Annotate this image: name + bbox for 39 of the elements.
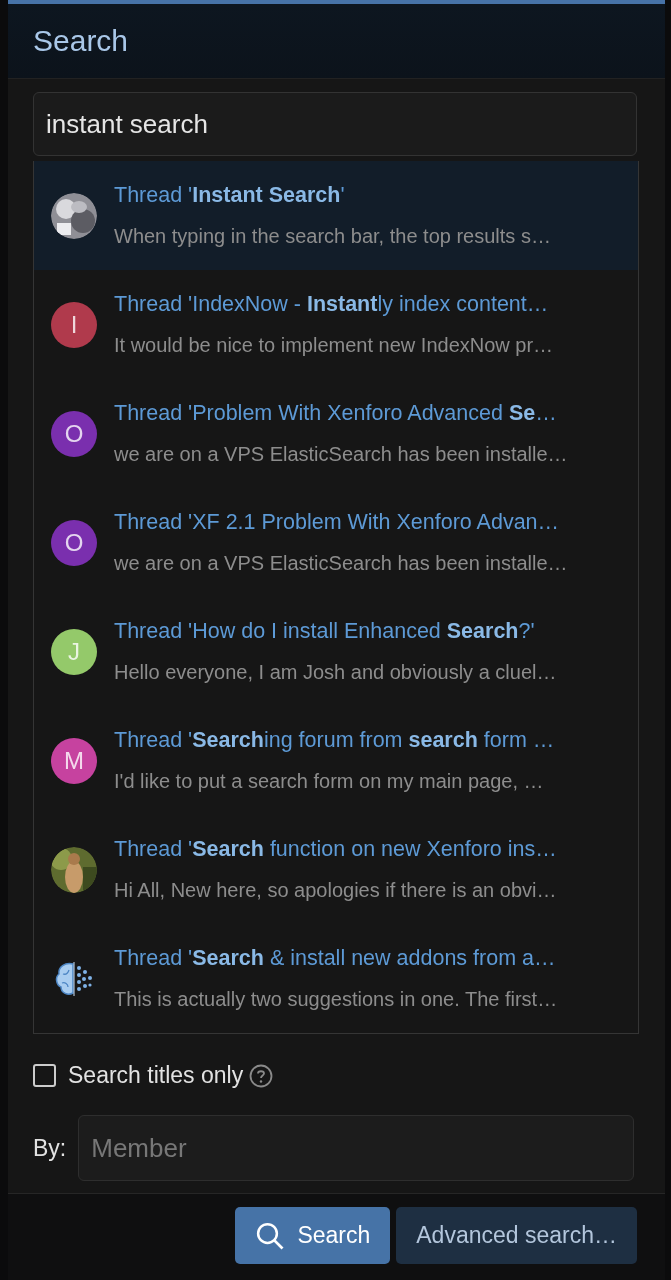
result-snippet: Hi All, New here, so apologies if there is an obvi… xyxy=(114,879,557,902)
result-title[interactable]: Thread 'Instant Search' xyxy=(114,183,551,208)
dialog-title: Search xyxy=(33,24,129,58)
result-snippet: It would be nice to implement new IndexNow pr… xyxy=(114,334,554,357)
search-field[interactable]: instant search xyxy=(33,92,637,156)
result-title[interactable]: Thread 'XF 2.1 Problem With Xenforo Advan… xyxy=(114,510,568,535)
result-snippet: we are on a VPS ElasticSearch has been installe… xyxy=(114,552,568,575)
avatar-letter: I xyxy=(51,301,97,348)
result-item[interactable]: O Thread 'XF 2.1 Problem With Xenforo Advan… we are on a VPS ElasticSearch has been installe… xyxy=(34,488,638,597)
checkbox-label[interactable]: Search titles only xyxy=(68,1062,244,1089)
result-item[interactable]: J Thread 'How do I install Enhanced Search?' Hello everyone, I am Josh and obviously a cluel… xyxy=(34,597,638,706)
result-item[interactable]: Thread 'Instant Search' When typing in the search bar, the top results s… xyxy=(34,161,638,270)
member-field[interactable]: Member xyxy=(78,1115,635,1181)
help-icon[interactable] xyxy=(249,1063,274,1088)
result-snippet: we are on a VPS ElasticSearch has been installe… xyxy=(114,443,568,466)
result-snippet: This is actually two suggestions in one. The first… xyxy=(114,988,558,1011)
avatar-letter: J xyxy=(51,628,97,675)
result-title[interactable]: Thread 'How do I install Enhanced Search?' xyxy=(114,619,557,644)
result-title[interactable]: Thread 'Search & install new addons from a… xyxy=(114,946,558,971)
result-snippet: When typing in the search bar, the top results s… xyxy=(114,225,551,248)
result-item[interactable]: M Thread 'Searching forum from search form … I'd like to put a search form on my main page, … xyxy=(34,706,638,815)
result-title[interactable]: Thread 'Problem With Xenforo Advanced Se… xyxy=(114,401,568,426)
advanced-search-button[interactable]: Advanced search… xyxy=(396,1207,637,1264)
result-title[interactable]: Thread 'IndexNow - Instantly index content… xyxy=(114,292,554,317)
avatar-letter: O xyxy=(51,519,97,566)
result-item[interactable]: I Thread 'IndexNow - Instantly index content… It would be nice to implement new IndexNow pr… xyxy=(34,270,638,379)
result-item[interactable]: Thread 'Search function on new Xenforo ins… Hi All, New here, so apologies if there is an obvi… xyxy=(34,815,638,924)
search-button[interactable]: Search xyxy=(235,1207,391,1264)
result-title[interactable]: Thread 'Search function on new Xenforo ins… xyxy=(114,837,557,862)
search-icon xyxy=(255,1220,286,1251)
avatar-letter: M xyxy=(51,737,97,784)
avatar-letter: O xyxy=(51,410,97,457)
by-label: By: xyxy=(33,1134,67,1162)
result-item[interactable]: Thread 'Search & install new addons from a… This is actually two suggestions in one. The first… xyxy=(34,924,638,1033)
result-snippet: I'd like to put a search form on my main page, … xyxy=(114,770,545,793)
result-item[interactable]: O Thread 'Problem With Xenforo Advanced Se… we are on a VPS ElasticSearch has been installe… xyxy=(34,379,638,488)
result-snippet: Hello everyone, I am Josh and obviously a cluel… xyxy=(114,661,557,684)
checkbox[interactable] xyxy=(33,1064,56,1087)
result-title[interactable]: Thread 'Searching forum from search form … xyxy=(114,728,555,753)
